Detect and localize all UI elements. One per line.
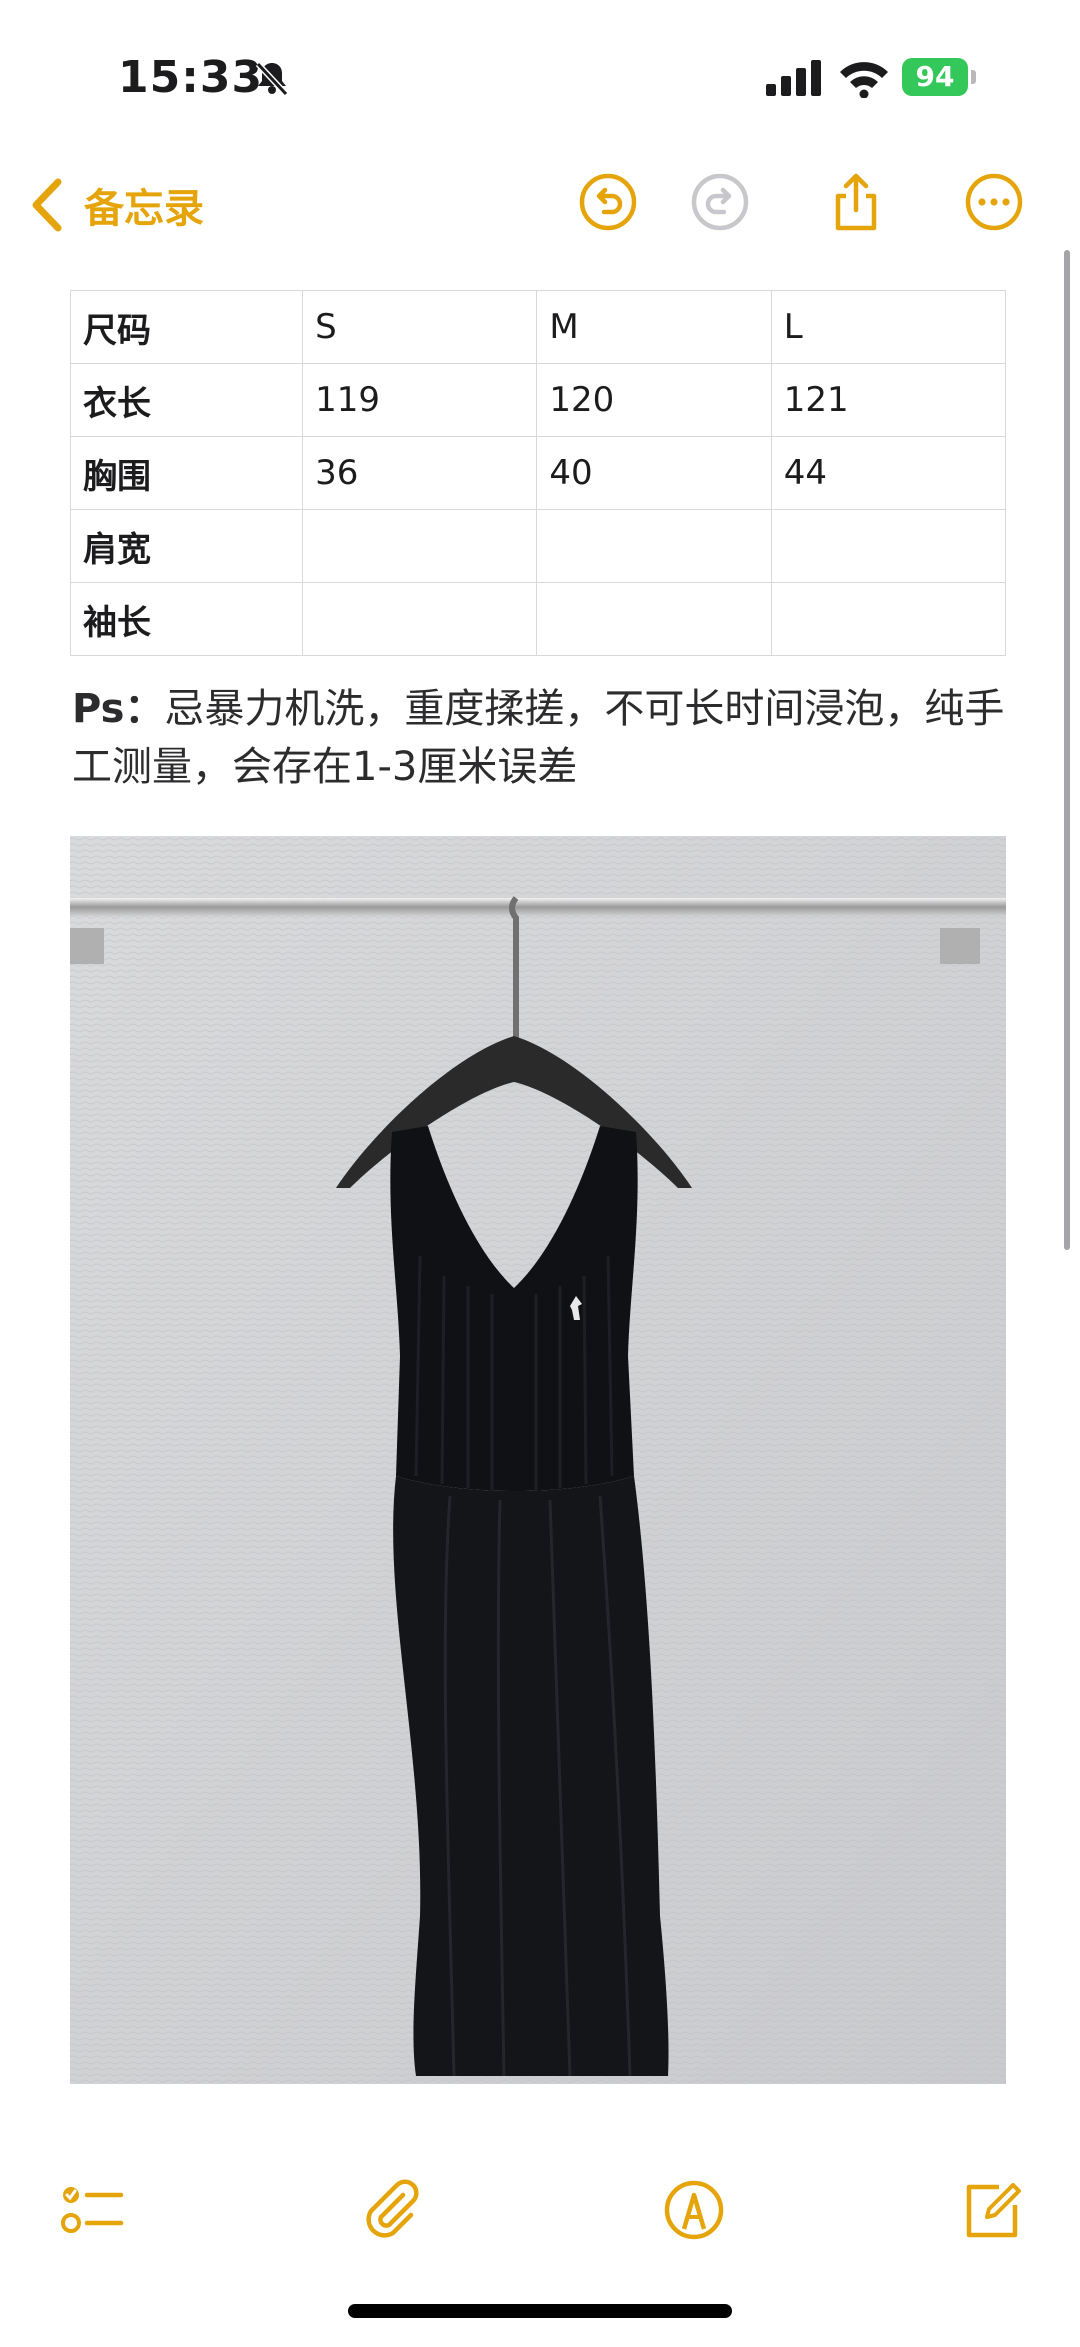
wifi-icon bbox=[838, 58, 890, 99]
undo-icon bbox=[579, 173, 637, 231]
table-cell[interactable]: 胸围 bbox=[69, 436, 304, 510]
navigation-bar: 备忘录 bbox=[0, 150, 1080, 260]
table-cell[interactable]: 44 bbox=[770, 436, 1007, 510]
table-cell[interactable]: 120 bbox=[536, 363, 772, 437]
share-button[interactable] bbox=[816, 162, 896, 242]
scrollbar[interactable] bbox=[1064, 250, 1070, 1250]
table-cell[interactable]: 119 bbox=[302, 363, 538, 437]
share-icon bbox=[835, 173, 877, 231]
compose-icon bbox=[966, 2183, 1021, 2238]
note-text[interactable]: Ps：忌暴力机洗，重度揉搓，不可长时间浸泡，纯手工测量，会存在1-3厘米误差 bbox=[72, 680, 1012, 796]
redo-icon bbox=[691, 173, 749, 231]
markup-icon bbox=[664, 2180, 724, 2240]
back-label: 备忘录 bbox=[84, 186, 204, 232]
table-cell[interactable]: 肩宽 bbox=[69, 509, 304, 583]
table-cell[interactable]: 衣长 bbox=[69, 363, 304, 437]
size-table[interactable]: 尺码 S M L 衣长 119 120 121 胸围 36 40 44 肩宽 袖… bbox=[69, 290, 1007, 656]
table-cell[interactable]: L bbox=[770, 290, 1007, 364]
table-row: 衣长 119 120 121 bbox=[69, 363, 1007, 437]
checklist-icon bbox=[61, 2187, 124, 2233]
redo-button[interactable] bbox=[680, 162, 760, 242]
table-cell[interactable] bbox=[770, 509, 1007, 583]
table-cell[interactable]: 36 bbox=[302, 436, 538, 510]
table-cell[interactable]: 尺码 bbox=[69, 290, 304, 364]
table-cell[interactable]: M bbox=[536, 290, 772, 364]
table-row: 袖长 bbox=[69, 582, 1007, 656]
home-indicator[interactable] bbox=[348, 2304, 732, 2318]
table-cell[interactable] bbox=[770, 582, 1007, 656]
attachment-icon bbox=[366, 2179, 419, 2238]
table-row: 肩宽 bbox=[69, 509, 1007, 583]
battery-percent: 94 bbox=[915, 60, 955, 93]
table-cell[interactable] bbox=[302, 509, 538, 583]
clock: 15:33 bbox=[118, 52, 264, 103]
dress-photo[interactable] bbox=[70, 836, 1006, 2084]
table-cell[interactable] bbox=[302, 582, 538, 656]
table-cell[interactable]: 121 bbox=[770, 363, 1007, 437]
markup-button[interactable] bbox=[654, 2170, 734, 2250]
chevron-left-icon bbox=[32, 178, 62, 232]
cellular-signal-icon bbox=[766, 60, 822, 96]
bottom-toolbar bbox=[0, 2160, 1080, 2260]
undo-button[interactable] bbox=[568, 162, 648, 242]
table-row: 胸围 36 40 44 bbox=[69, 436, 1007, 510]
battery-indicator: 94 bbox=[902, 58, 978, 98]
compose-button[interactable] bbox=[952, 2170, 1032, 2250]
care-instructions: 忌暴力机洗，重度揉搓，不可长时间浸泡，纯手工测量，会存在1-3厘米误差 bbox=[72, 686, 1005, 790]
table-cell[interactable] bbox=[536, 582, 772, 656]
table-cell[interactable]: 40 bbox=[536, 436, 772, 510]
dress-photo-image bbox=[70, 836, 1006, 2084]
attachment-button[interactable] bbox=[352, 2170, 432, 2250]
table-cell[interactable]: 袖长 bbox=[69, 582, 304, 656]
table-cell[interactable] bbox=[536, 509, 772, 583]
silent-mode-icon bbox=[252, 58, 292, 98]
status-bar: 15:33 94 bbox=[0, 0, 1080, 150]
more-icon bbox=[965, 173, 1023, 231]
table-row: 尺码 S M L bbox=[69, 290, 1007, 364]
back-button[interactable]: 备忘录 bbox=[28, 170, 204, 240]
table-cell[interactable]: S bbox=[302, 290, 538, 364]
checklist-button[interactable] bbox=[52, 2170, 132, 2250]
ps-label: Ps： bbox=[72, 686, 165, 732]
more-button[interactable] bbox=[954, 162, 1034, 242]
